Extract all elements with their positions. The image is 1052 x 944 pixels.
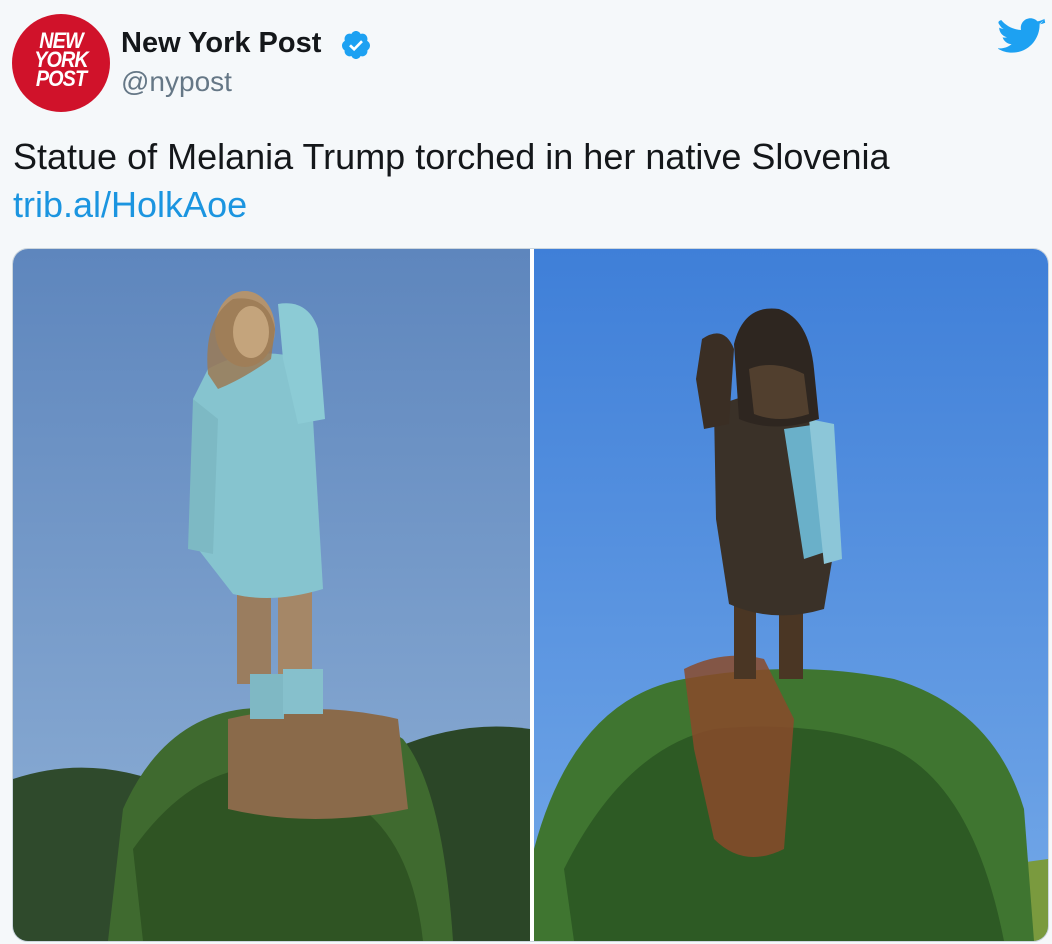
avatar[interactable]: NEW YORK POST: [12, 14, 110, 112]
statue-photo-icon: [534, 249, 1048, 941]
photo-statue-after[interactable]: [534, 249, 1048, 941]
tweet-card: NEW YORK POST New York Post @nypost Stat…: [0, 0, 1052, 944]
tweet-text: Statue of Melania Trump torched in her n…: [13, 136, 890, 177]
tweet-link[interactable]: trib.al/HolkAoe: [13, 184, 247, 226]
avatar-logo-line: POST: [35, 66, 87, 91]
media-grid: [12, 248, 1049, 942]
display-name[interactable]: New York Post: [121, 27, 321, 60]
photo-statue-before[interactable]: [13, 249, 530, 941]
statue-photo-icon: [13, 249, 530, 941]
avatar-logo: NEW YORK POST: [17, 30, 105, 91]
twitter-bird-icon[interactable]: [998, 17, 1046, 59]
account-handle[interactable]: @nypost: [121, 66, 232, 98]
verified-badge-icon: [341, 31, 370, 59]
